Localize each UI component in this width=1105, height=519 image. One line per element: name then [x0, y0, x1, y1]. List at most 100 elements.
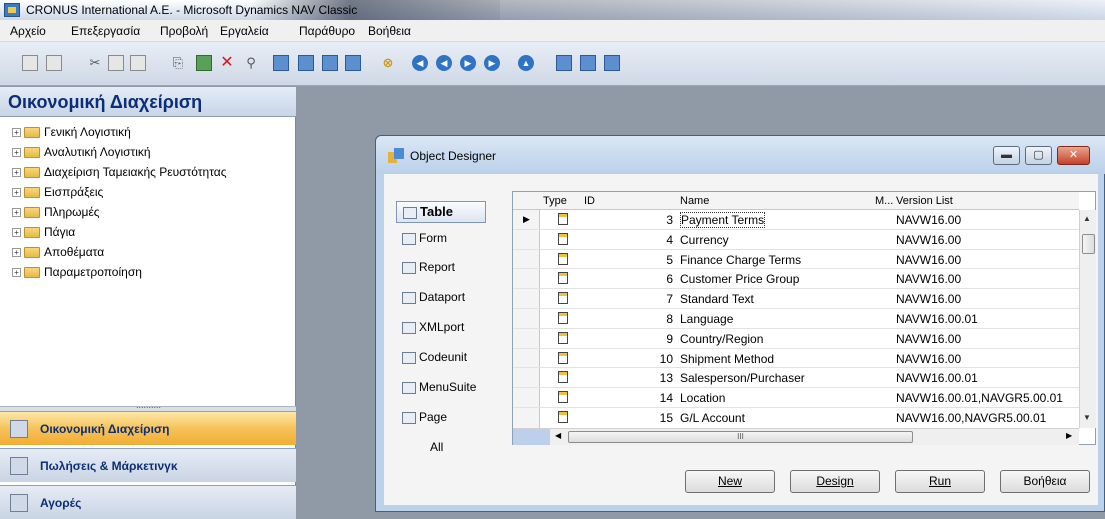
card-icon[interactable] [556, 55, 572, 71]
type-button-codeunit[interactable]: Codeunit [402, 350, 484, 372]
nav-button-sales-marketing[interactable]: Πωλήσεις & Μάρκετινγκ [0, 448, 296, 482]
last-record-icon[interactable]: ▶ [484, 55, 500, 71]
column-name[interactable]: Name [680, 192, 709, 210]
horizontal-scrollbar[interactable]: ◀ III ▶ [513, 428, 1079, 445]
row-selector[interactable] [513, 269, 540, 289]
previous-record-icon[interactable]: ◀ [436, 55, 452, 71]
expand-icon[interactable]: + [12, 208, 21, 218]
menu-edit[interactable]: Επεξεργασία [71, 24, 140, 38]
type-button-table[interactable]: Table [396, 201, 486, 223]
table-row[interactable]: 8 Language NAVW16.00.01 [513, 309, 1079, 329]
row-selector[interactable] [513, 289, 540, 308]
help-icon[interactable] [604, 55, 620, 71]
table-row[interactable]: 9 Country/Region NAVW16.00 [513, 328, 1079, 349]
new-button[interactable]: New [685, 470, 775, 493]
run-button[interactable]: Run [895, 470, 985, 493]
find-icon[interactable]: ⚲ [243, 55, 259, 71]
list-icon[interactable] [345, 55, 361, 71]
menu-tools[interactable]: Εργαλεία [220, 24, 269, 38]
nav-button-purchases[interactable]: Αγορές [0, 485, 296, 519]
horizontal-scroll-thumb[interactable]: III [568, 431, 913, 443]
delete-icon[interactable]: ✕ [219, 55, 235, 71]
row-selector[interactable] [513, 328, 540, 348]
cut-icon[interactable]: ✂ [87, 55, 103, 71]
type-button-page[interactable]: Page [402, 410, 484, 432]
type-button-all[interactable]: All [430, 440, 443, 454]
tree-item-inventory[interactable]: + Αποθέματα [12, 245, 104, 265]
preview-icon[interactable] [46, 55, 62, 71]
row-selector[interactable] [513, 388, 540, 407]
scroll-left-icon[interactable]: ◀ [555, 431, 561, 440]
attach-icon[interactable]: ⎘ [170, 55, 186, 71]
expand-icon[interactable]: + [12, 268, 21, 278]
type-button-form[interactable]: Form [402, 231, 484, 253]
table-row[interactable]: 13 Salesperson/Purchaser NAVW16.00.01 [513, 368, 1079, 389]
table-row[interactable]: ▶ 3 Payment Terms NAVW16.00 [513, 210, 1079, 230]
paste-icon[interactable] [130, 55, 146, 71]
tree-item-cash-management[interactable]: + Διαχείριση Ταμειακής Ρευστότητας [12, 165, 227, 185]
row-selector[interactable] [513, 309, 540, 328]
print-icon[interactable] [22, 55, 38, 71]
vertical-scroll-thumb[interactable] [1082, 234, 1095, 254]
tree-item-receivables[interactable]: + Εισπράξεις [12, 185, 103, 205]
row-selector[interactable] [513, 408, 540, 428]
column-type[interactable]: Type [543, 192, 567, 210]
expand-icon[interactable]: + [12, 128, 21, 138]
scroll-right-icon[interactable]: ▶ [1066, 431, 1072, 440]
copy-icon[interactable] [108, 55, 124, 71]
table-row[interactable]: 15 G/L Account NAVW16.00,NAVGR5.00.01 [513, 408, 1079, 428]
table-row[interactable]: 10 Shipment Method NAVW16.00 [513, 348, 1079, 369]
type-button-dataport[interactable]: Dataport [402, 290, 484, 312]
table-row[interactable]: 7 Standard Text NAVW16.00 [513, 289, 1079, 309]
table-row[interactable]: 5 Finance Charge Terms NAVW16.00 [513, 249, 1079, 270]
expand-icon[interactable]: + [12, 248, 21, 258]
form-icon[interactable] [298, 55, 314, 71]
expand-icon[interactable]: + [12, 168, 21, 178]
nav-button-financial-management[interactable]: Οικονομική Διαχείριση [0, 411, 296, 445]
row-selector[interactable] [513, 348, 540, 368]
row-selector[interactable] [513, 249, 540, 269]
table-row[interactable]: 4 Currency NAVW16.00 [513, 229, 1079, 250]
minimize-button[interactable]: ▬ [993, 146, 1020, 165]
splitter-grip[interactable]: .......... [136, 400, 161, 410]
tree-item-general-ledger[interactable]: + Γενική Λογιστική [12, 125, 131, 145]
next-record-icon[interactable]: ▶ [460, 55, 476, 71]
type-button-xmlport[interactable]: XMLport [402, 320, 484, 342]
row-selector[interactable]: ▶ [513, 210, 540, 229]
tree-item-payables[interactable]: + Πληρωμές [12, 205, 100, 225]
row-selector[interactable] [513, 368, 540, 388]
menu-window[interactable]: Παράθυρο [299, 24, 355, 38]
close-button[interactable]: ✕ [1057, 146, 1090, 165]
vertical-scrollbar[interactable]: ▲ ▼ [1079, 210, 1096, 428]
menu-view[interactable]: Προβολή [160, 24, 208, 38]
type-button-menusuite[interactable]: MenuSuite [402, 380, 484, 402]
scroll-up-icon[interactable]: ▲ [1083, 214, 1091, 223]
table-row[interactable]: 6 Customer Price Group NAVW16.00 [513, 269, 1079, 290]
maximize-button[interactable]: ▢ [1025, 146, 1052, 165]
column-id[interactable]: ID [584, 192, 595, 210]
report-icon[interactable] [322, 55, 338, 71]
scroll-down-icon[interactable]: ▼ [1083, 413, 1091, 422]
expand-icon[interactable]: + [12, 228, 21, 238]
expand-icon[interactable]: + [12, 188, 21, 198]
menu-help[interactable]: Βοήθεια [368, 24, 411, 38]
first-record-icon[interactable]: ◀ [412, 55, 428, 71]
new-icon[interactable] [196, 55, 212, 71]
table-row[interactable]: 14 Location NAVW16.00.01,NAVGR5.00.01 [513, 388, 1079, 408]
object-designer-titlebar[interactable]: Object Designer ▬ ▢ ✕ [376, 136, 1105, 174]
column-modified[interactable]: M... [875, 192, 893, 210]
zoom-icon[interactable] [580, 55, 596, 71]
type-button-report[interactable]: Report [402, 260, 484, 282]
tree-item-cost-accounting[interactable]: + Αναλυτική Λογιστική [12, 145, 151, 165]
table-icon[interactable] [273, 55, 289, 71]
menu-file[interactable]: Αρχείο [10, 24, 46, 38]
binoculars-icon[interactable]: ⊗ [380, 55, 396, 71]
design-button[interactable]: Design [790, 470, 880, 493]
row-selector[interactable] [513, 229, 540, 249]
tree-item-setup[interactable]: + Παραμετροποίηση [12, 265, 142, 285]
expand-icon[interactable]: + [12, 148, 21, 158]
column-version-list[interactable]: Version List [896, 192, 953, 210]
help-button[interactable]: Βοήθεια [1000, 470, 1090, 493]
eject-icon[interactable]: ▲ [518, 55, 534, 71]
tree-item-fixed-assets[interactable]: + Πάγια [12, 225, 75, 245]
